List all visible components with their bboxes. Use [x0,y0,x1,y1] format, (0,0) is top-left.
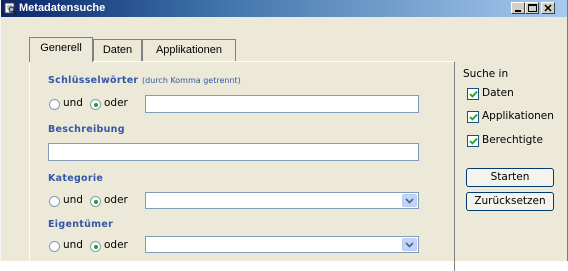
tab-label: Applikationen [155,44,223,56]
keywords-title: Schlüsselwörter [48,75,139,86]
checkbox-berechtigte[interactable] [467,135,479,147]
description-label: Beschreibung [48,124,125,135]
maximize-button[interactable] [525,2,539,14]
checkbox-daten[interactable] [467,88,479,100]
window-title: Metadatensuche [19,2,106,14]
category-select[interactable] [145,192,419,209]
keywords-label: Schlüsselwörter (durch Komma getrennt) [48,75,241,86]
owner-radio-oder[interactable] [90,241,101,252]
category-und-label: und [63,194,83,206]
checkbox-daten-label: Daten [482,87,514,99]
owner-dropdown-button[interactable] [402,238,417,251]
tab-label: Daten [102,44,133,56]
reset-button[interactable]: Zurücksetzen [466,192,554,211]
keywords-radio-oder[interactable] [90,99,101,110]
search-app-icon [4,2,17,15]
checkmark-icon [468,90,478,98]
keywords-input[interactable] [145,95,419,113]
chevron-down-icon [405,197,414,204]
chevron-down-icon [405,241,414,248]
checkbox-applikationen[interactable] [467,111,479,123]
close-button[interactable] [541,2,555,14]
category-radio-oder[interactable] [90,196,101,207]
checkmark-icon [468,113,478,121]
title-bar[interactable]: Metadatensuche [1,0,567,17]
minimize-icon [515,10,521,12]
keywords-und-label: und [63,97,83,109]
maximize-icon [527,4,537,12]
category-oder-label: oder [104,194,128,206]
keywords-oder-label: oder [104,97,128,109]
close-icon [544,4,552,12]
minimize-button[interactable] [511,2,525,14]
app-window: Metadatensuche Generell Daten Applikatio… [0,0,568,271]
owner-select[interactable] [145,236,419,253]
category-label: Kategorie [48,173,104,184]
checkmark-icon [468,137,478,145]
owner-radio-und[interactable] [49,241,60,252]
owner-label: Eigentümer [48,219,114,230]
owner-und-label: und [63,239,83,251]
owner-oder-label: oder [104,239,128,251]
tab-daten[interactable]: Daten [93,39,142,61]
checkbox-berechtigte-label: Berechtigte [482,134,543,146]
checkbox-applikationen-label: Applikationen [482,110,554,122]
tab-label: Generell [40,42,82,54]
keywords-radio-und[interactable] [49,99,60,110]
keywords-hint: (durch Komma getrennt) [142,76,241,85]
description-input[interactable] [48,143,419,161]
tab-applikationen[interactable]: Applikationen [142,39,236,61]
category-radio-und[interactable] [49,196,60,207]
search-in-label: Suche in [463,68,509,80]
tab-generell[interactable]: Generell [29,37,93,62]
start-button[interactable]: Starten [466,168,554,187]
category-dropdown-button[interactable] [402,194,417,207]
